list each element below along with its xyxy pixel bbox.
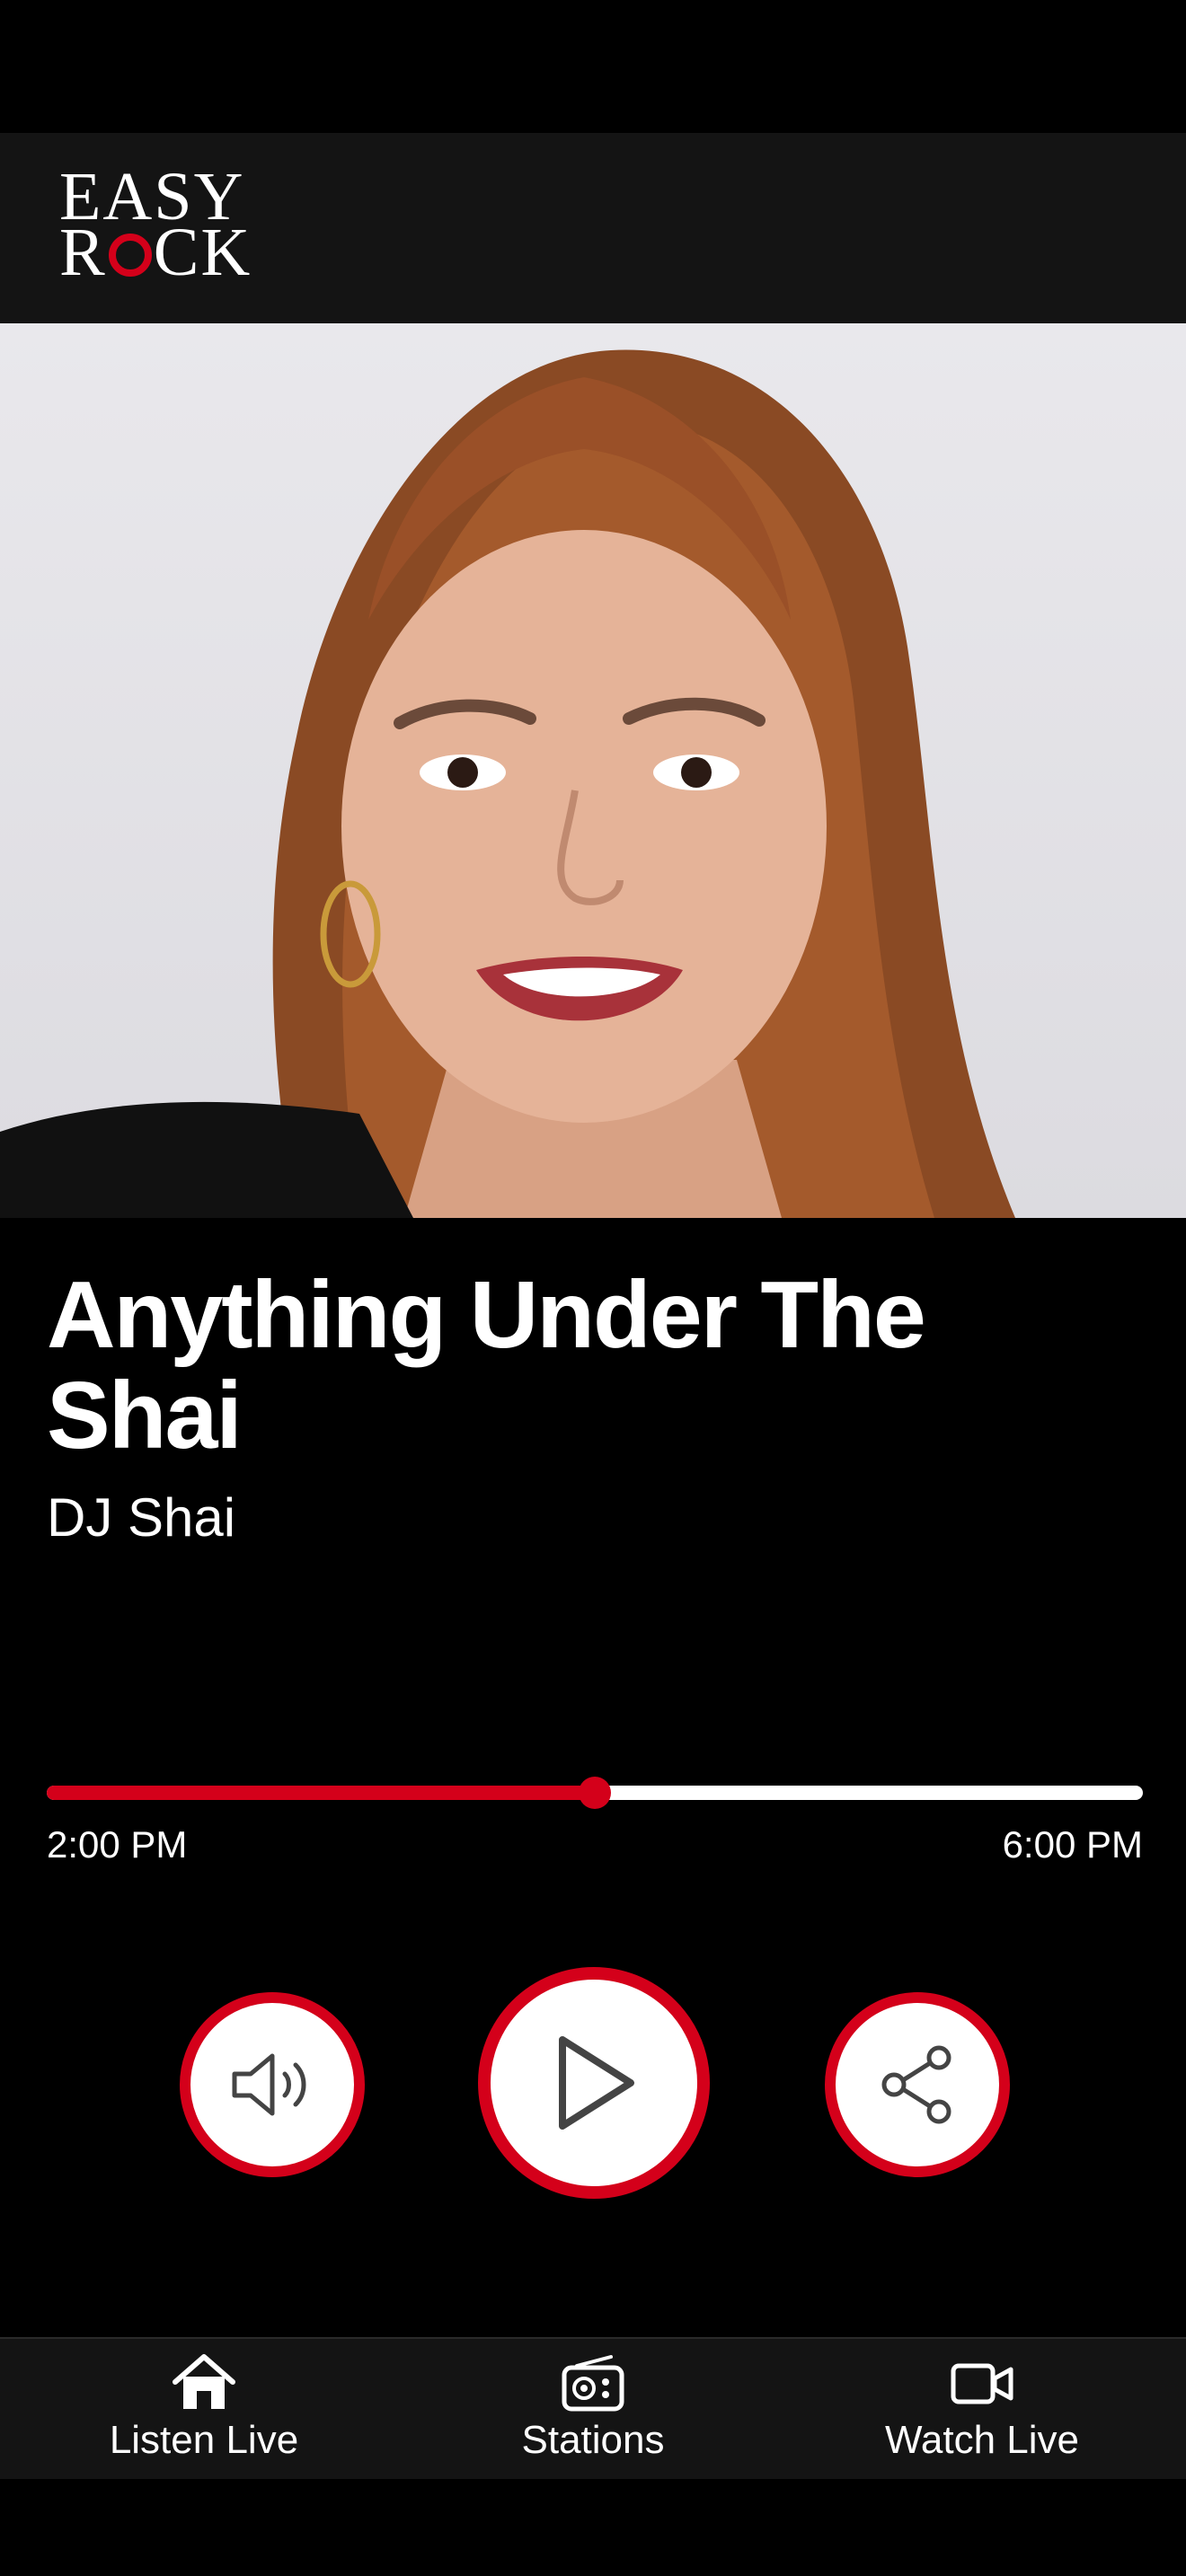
logo-letter-r: R xyxy=(59,215,107,290)
status-bar xyxy=(0,0,1186,133)
logo-letters-ck: CK xyxy=(153,215,252,290)
play-button[interactable] xyxy=(478,1967,710,2199)
show-progress-bar xyxy=(47,1777,1143,1809)
bottom-nav: Listen Live Stations Watch Live xyxy=(0,2337,1186,2481)
logo-red-o xyxy=(108,234,152,277)
nav-label-listen-live: Listen Live xyxy=(109,2418,299,2462)
host-photo xyxy=(0,323,1186,1218)
nav-listen-live[interactable]: Listen Live xyxy=(56,2339,352,2481)
host-name: DJ Shai xyxy=(47,1487,236,1548)
show-title: Anything Under The Shai xyxy=(47,1262,926,1469)
play-icon xyxy=(559,2036,634,2130)
speaker-icon xyxy=(232,2053,306,2116)
nav-label-stations: Stations xyxy=(521,2418,665,2462)
nav-watch-live[interactable]: Watch Live xyxy=(834,2339,1130,2481)
nav-stations[interactable]: Stations xyxy=(445,2339,741,2481)
volume-button[interactable] xyxy=(180,1992,365,2177)
end-time: 6:00 PM xyxy=(1002,1823,1143,1866)
show-progress-fill xyxy=(47,1786,595,1800)
home-indicator-area xyxy=(0,2479,1186,2576)
video-camera-icon xyxy=(951,2363,1013,2404)
start-time: 2:00 PM xyxy=(47,1823,188,1866)
show-progress-knob xyxy=(579,1777,611,1809)
nav-label-watch-live: Watch Live xyxy=(884,2418,1079,2462)
radio-icon xyxy=(562,2355,624,2412)
share-button[interactable] xyxy=(825,1992,1010,2177)
easy-rock-logo: EASY R CK xyxy=(59,163,284,287)
share-icon xyxy=(881,2045,951,2124)
home-icon xyxy=(173,2354,235,2409)
app-header: EASY R CK xyxy=(0,133,1186,323)
logo-line-2: R CK xyxy=(59,218,284,287)
